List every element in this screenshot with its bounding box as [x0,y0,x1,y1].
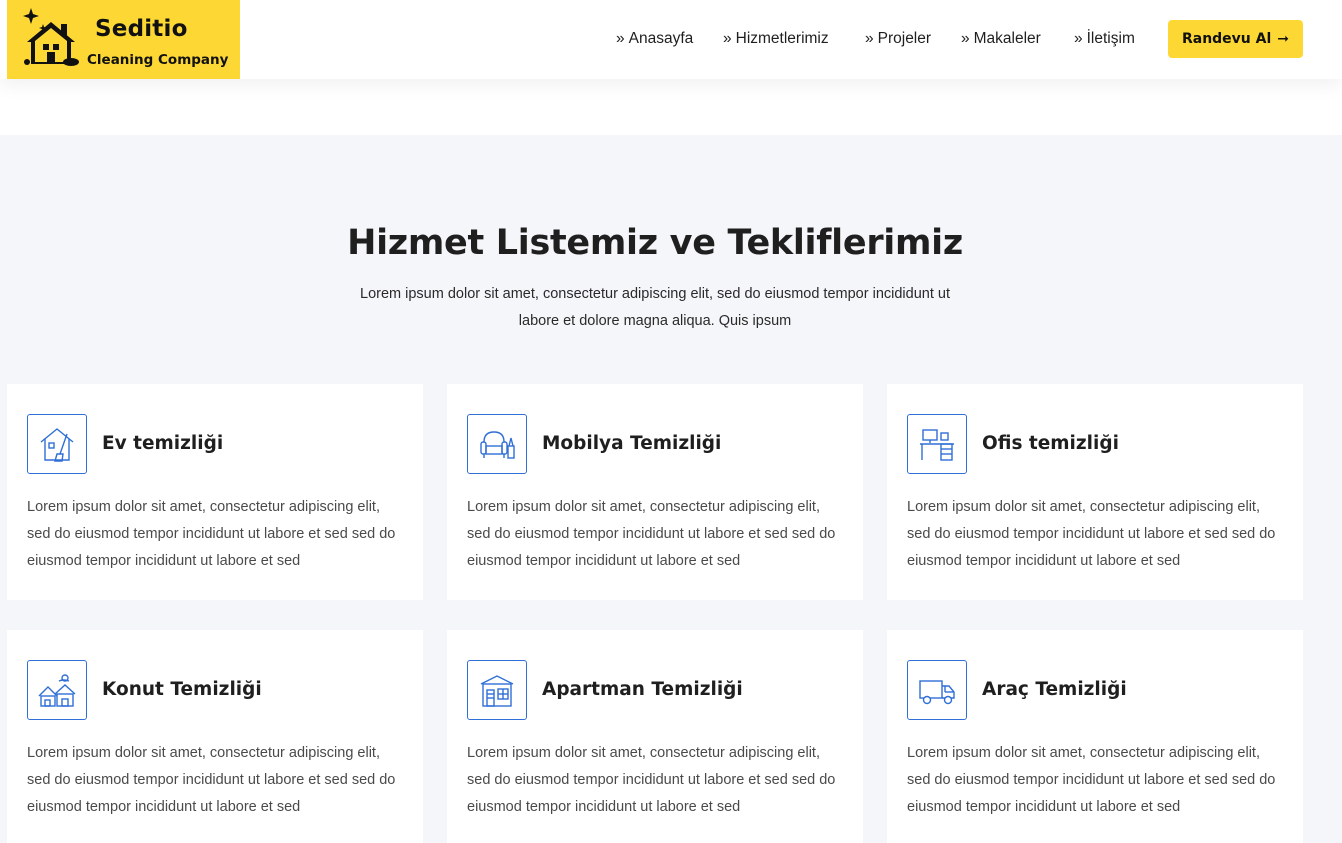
nav-arrow: » [865,30,874,47]
nav-item-iletisim[interactable]: » İletişim [1074,30,1135,48]
main-nav: » Anasayfa » Hizmetlerimiz » Projeler » Maka… [0,30,1342,52]
nav-label: Anasayfa [628,30,694,47]
truck-icon [907,660,967,720]
service-card[interactable]: Konut Temizliği Lorem ipsum dolor sit am… [7,630,423,843]
section-description: Lorem ipsum dolor sit amet, consectetur … [360,286,950,329]
service-card[interactable]: Araç Temizliği Lorem ipsum dolor sit ame… [887,630,1303,843]
service-description: Lorem ipsum dolor sit amet, consectetur … [467,499,836,569]
service-description: Lorem ipsum dolor sit amet, consectetur … [27,499,396,569]
nav-arrow: » [961,30,970,47]
service-description: Lorem ipsum dolor sit amet, consectetur … [907,499,1276,569]
nav-arrow: » [1074,30,1083,47]
armchair-icon [467,414,527,474]
nav-arrow: » [616,30,625,47]
appointment-button[interactable]: Randevu Al ➞ [1168,20,1303,58]
service-title: Ofis temizliği [982,433,1119,454]
houses-icon [27,660,87,720]
site-header: Seditio Cleaning Company » Anasayfa » Hizm… [0,0,1342,79]
service-title: Araç Temizliği [982,679,1127,700]
service-card[interactable]: Apartman Temizliği Lorem ipsum dolor sit… [447,630,863,843]
brand-tagline: Cleaning Company [87,52,229,68]
apartment-icon [467,660,527,720]
service-title: Mobilya Temizliği [542,433,722,454]
service-description: Lorem ipsum dolor sit amet, consectetur … [467,745,836,815]
nav-item-projeler[interactable]: » Projeler [865,30,931,48]
nav-item-hizmetlerimiz[interactable]: » Hizmetlerimiz [723,30,829,48]
service-title: Ev temizliği [102,433,224,454]
nav-item-makaleler[interactable]: » Makaleler [961,30,1041,48]
nav-item-anasayfa[interactable]: » Anasayfa [616,30,693,48]
service-description: Lorem ipsum dolor sit amet, consectetur … [27,745,396,815]
service-card[interactable]: Ev temizliği Lorem ipsum dolor sit amet,… [7,384,423,600]
services-section: Hizmet Listemiz ve Tekliflerimiz Lorem i… [0,135,1342,843]
nav-label: Hizmetlerimiz [735,30,829,47]
service-title: Apartman Temizliği [542,679,743,700]
appointment-button-label: Randevu Al [1181,31,1272,47]
service-card[interactable]: Ofis temizliği Lorem ipsum dolor sit ame… [887,384,1303,600]
nav-arrow: » [723,30,732,47]
nav-label: İletişim [1086,30,1135,47]
service-description: Lorem ipsum dolor sit amet, consectetur … [907,745,1276,815]
nav-label: Makaleler [973,30,1041,47]
section-title: Hizmet Listemiz ve Tekliflerimiz [347,223,963,263]
arrow-right-icon: ➞ [1277,31,1290,47]
service-title: Konut Temizliği [102,679,262,700]
nav-label: Projeler [877,30,932,47]
house-cleaning-icon [27,414,87,474]
office-desk-icon [907,414,967,474]
service-card[interactable]: Mobilya Temizliği Lorem ipsum dolor sit … [447,384,863,600]
